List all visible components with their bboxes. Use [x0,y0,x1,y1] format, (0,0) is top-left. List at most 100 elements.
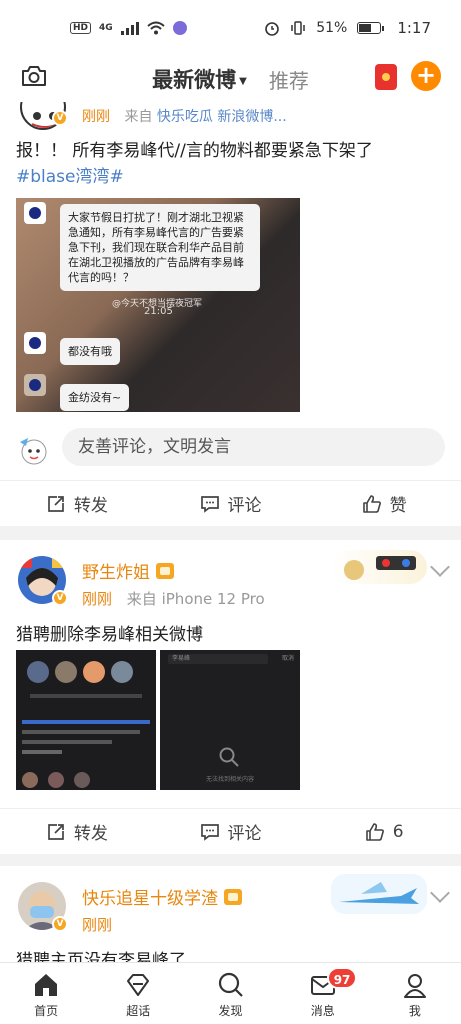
comment-label: 评论 [227,824,262,844]
comment-icon [200,823,219,841]
wifi-icon [147,21,165,35]
repost-label: 转发 [73,496,108,516]
author-name-row[interactable]: 快乐追星十级学渣 [82,884,242,909]
post-text: 报！！ 所有李易峰代//言的物料都要紧急下架了 [16,141,373,161]
diamond-icon [127,974,150,996]
post-time: 刚刚 [82,109,110,125]
repost-icon [47,823,64,840]
nav-super-topic[interactable]: 超话 [92,963,184,1024]
author-name-row[interactable]: 野生炸姐 [82,558,174,583]
comment-label: 评论 [227,496,262,516]
post-source: iPhone 12 Pro [161,590,265,608]
image-empty-text: 无法找到相关内容 [205,776,254,783]
alarm-icon [265,22,279,36]
signal-icon [120,21,139,35]
red-packet-icon[interactable] [375,64,397,90]
verified-badge-icon: V [52,916,68,932]
clock: 1:17 [397,19,431,37]
decoration-card-icon[interactable] [332,550,427,584]
messages-badge: 97 [326,967,358,989]
author-row: V 野生炸姐 刚刚 来自 iPhone 12 Pro [0,540,461,610]
tab-latest-label: 最新微博 [152,68,237,92]
chat-bubble: 大家节假日打扰了！刚才湖北卫视紧急通知，所有李易峰代言的广告要紧急下刊，我们现在… [60,204,260,291]
vibrate-icon [291,21,305,35]
action-bar: 转发 评论 6 [0,808,461,854]
nav-me-label: 我 [408,1004,421,1018]
nav-messages[interactable]: 97 消息 [277,963,369,1024]
chat-avatar [24,374,46,396]
nav-home[interactable]: 首页 [0,963,92,1024]
post-time: 刚刚 [82,590,113,608]
nav-me[interactable]: 我 [369,963,461,1024]
comment-row: 友善评论，文明发言 [0,424,461,472]
post-card[interactable]: V 野生炸姐 刚刚 来自 iPhone 12 Pro 猎聘删除李易峰相关微博 李… [0,540,461,854]
feed[interactable]: V 刚刚 来自 快乐吃瓜 新浪微博... 报！！ 所有李易峰代//言的物料都要紧… [0,102,461,962]
action-bar: 转发 评论 赞 [0,480,461,526]
verified-badge-icon: V [52,110,68,126]
search-icon [219,747,239,767]
user-avatar-icon [20,438,47,465]
chat-bubble: 都没有哦 [60,338,120,365]
app-indicator-icon [172,21,187,35]
nav-messages-label: 消息 [310,1004,335,1018]
top-nav: 最新微博 ▼ 推荐 + [0,56,461,102]
hd-indicator: HD [70,22,92,34]
bottom-nav: 首页 超话 发现 97 消息 我 [0,962,461,1024]
image-cancel-text: 取消 [281,655,294,662]
nav-discover[interactable]: 发现 [184,963,276,1024]
like-button[interactable]: 赞 [307,481,461,526]
hashtag-link[interactable]: #blase湾湾# [16,164,445,190]
chat-avatar [24,202,46,224]
like-label: 赞 [389,496,407,516]
post-image[interactable]: 大家节假日打扰了！刚才湖北卫视紧急通知，所有李易峰代言的广告要紧急下刊，我们现在… [16,198,300,412]
profile-icon [403,974,426,998]
chat-bubble: 金纺没有~ [60,384,130,411]
post-text: 猎聘删除李易峰相关微博 [16,625,203,645]
post-image[interactable] [16,650,156,790]
nav-super-topic-label: 超话 [126,1004,151,1018]
battery-icon [357,22,385,34]
status-bar: HD 4G 51% 1:17 [0,0,461,56]
comment-button[interactable]: 评论 [154,481,308,526]
chevron-down-icon[interactable] [430,557,450,577]
comment-icon [200,495,219,513]
network-type: 4G [99,23,113,33]
post-card[interactable]: V 快乐追星十级学渣 刚刚 猎聘主页没有李易峰了 [0,866,461,962]
chevron-down-icon: ▼ [239,75,247,87]
chat-time: 21:05 [144,306,173,317]
verified-badge-icon: V [52,590,68,606]
post-text: 猎聘主页没有李易峰了 [16,951,186,962]
vip-badge-icon [224,888,242,905]
chevron-down-icon[interactable] [430,883,450,903]
tab-recommend[interactable]: 推荐 [269,65,309,94]
vip-badge-icon [156,562,174,579]
like-count: 6 [392,821,404,842]
decoration-card-icon[interactable] [331,874,427,914]
repost-label: 转发 [73,824,108,844]
repost-button[interactable]: 转发 [0,809,154,854]
thumbs-up-icon [362,494,381,513]
battery-percent: 51% [316,20,348,36]
thumbs-up-icon [365,822,384,841]
post-image[interactable]: 李易峰 取消 无法找到相关内容 [160,650,300,790]
post-source[interactable]: 快乐吃瓜 新浪微博... [157,109,287,125]
source-prefix: 来自 [124,109,153,125]
repost-button[interactable]: 转发 [0,481,154,526]
search-icon [218,972,243,997]
camera-icon[interactable] [20,64,48,88]
repost-icon [47,495,64,512]
chat-avatar [24,332,46,354]
comment-button[interactable]: 评论 [154,809,308,854]
home-icon [35,974,58,996]
compose-button[interactable]: + [411,61,441,91]
comment-input[interactable]: 友善评论，文明发言 [62,428,445,466]
post-time: 刚刚 [82,916,113,934]
nav-discover-label: 发现 [218,1004,243,1018]
nav-home-label: 首页 [34,1004,59,1018]
author-name[interactable]: 快乐追星十级学渣 [82,884,218,909]
author-name[interactable]: 野生炸姐 [82,558,150,583]
author-row: V 快乐追星十级学渣 刚刚 [0,866,461,936]
like-button[interactable]: 6 [307,809,461,854]
tab-latest[interactable]: 最新微博 ▼ [152,64,247,96]
post-card[interactable]: V 刚刚 来自 快乐吃瓜 新浪微博... 报！！ 所有李易峰代//言的物料都要紧… [0,102,461,526]
